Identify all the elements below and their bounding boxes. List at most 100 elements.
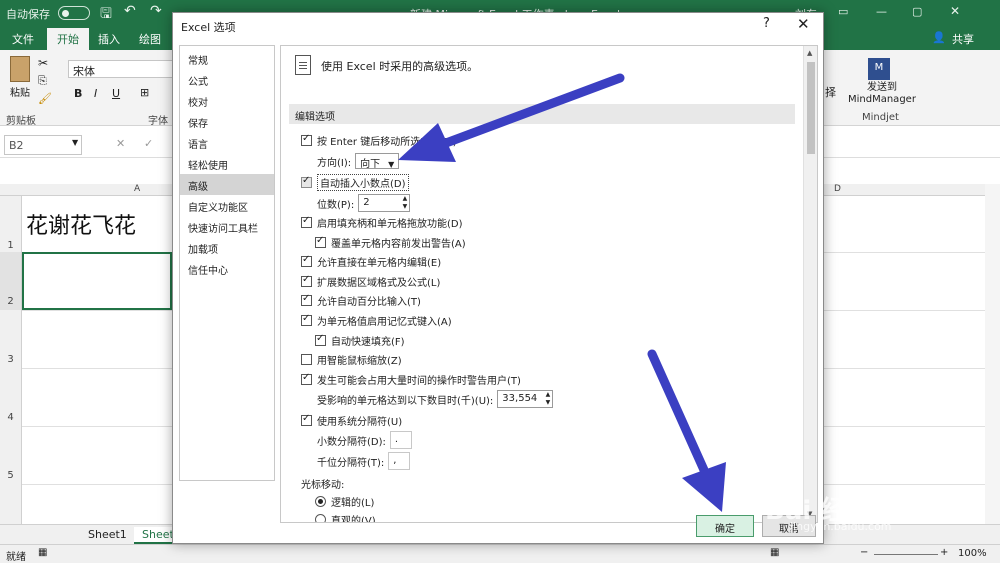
mindmanager-button[interactable]: 发送到 MindManager (848, 82, 916, 106)
ok-button[interactable]: 确定 (696, 515, 754, 537)
ribbon-display-icon[interactable]: ▭ (838, 5, 848, 18)
option-extend-formats[interactable]: 扩展数据区域格式及公式(L) (301, 274, 440, 289)
nav-save[interactable]: 保存 (180, 111, 274, 132)
checkbox[interactable] (301, 175, 312, 188)
option-label: 为单元格值启用记忆式键入(A) (317, 317, 452, 328)
checkbox[interactable] (301, 274, 312, 287)
option-fill-handle[interactable]: 启用填充柄和单元格拖放功能(D) (301, 215, 463, 230)
nav-formulas[interactable]: 公式 (180, 69, 274, 90)
checkbox[interactable] (301, 372, 312, 385)
spinner-arrows-icon[interactable]: ▲ ▼ (403, 195, 408, 211)
checkbox[interactable] (301, 133, 312, 146)
checkbox[interactable] (315, 333, 326, 346)
nav-language[interactable]: 语言 (180, 132, 274, 153)
namebox-dropdown-icon[interactable]: ▼ (72, 138, 78, 147)
checkbox[interactable] (301, 254, 312, 267)
copy-icon[interactable]: ⎘ (38, 74, 47, 88)
checkbox[interactable] (301, 215, 312, 228)
tab-home[interactable]: 开始 (47, 28, 89, 50)
macro-record-icon[interactable]: ▦ (38, 547, 47, 558)
paste-label[interactable]: 粘贴 (10, 84, 30, 99)
nav-add-ins[interactable]: 加载项 (180, 237, 274, 258)
scrollbar-thumb[interactable] (807, 62, 815, 154)
mindmanager-icon[interactable]: M (868, 58, 890, 80)
checkbox[interactable] (301, 354, 312, 365)
option-enter-move[interactable]: 按 Enter 键后移动所选内容(M) (301, 133, 457, 148)
option-visual[interactable]: 直观的(V) (315, 512, 376, 522)
help-icon[interactable]: ? (763, 16, 770, 31)
save-icon[interactable]: 🖫 (100, 3, 112, 27)
zoom-in-icon[interactable]: + (940, 547, 948, 558)
undo-icon[interactable]: ↶ (124, 3, 136, 19)
window-close-icon[interactable]: ✕ (950, 4, 960, 18)
checkbox[interactable] (301, 313, 312, 326)
name-box[interactable]: B2 (4, 135, 82, 155)
confirm-entry-icon[interactable]: ✓ (144, 137, 153, 150)
direction-select[interactable]: 向下 ▼ (355, 153, 400, 170)
nav-proofing[interactable]: 校对 (180, 90, 274, 111)
cell-a1-text[interactable]: 花谢花飞花 (26, 208, 136, 240)
option-flash-fill[interactable]: 自动快速填充(F) (315, 333, 405, 348)
share-button[interactable]: 共享 (952, 31, 974, 47)
option-edit-in-cell[interactable]: 允许直接在单元格内编辑(E) (301, 254, 441, 269)
options-scrollbar[interactable]: ▲ ▼ (803, 46, 817, 522)
option-intellimouse-zoom[interactable]: 用智能鼠标缩放(Z) (301, 352, 402, 367)
zoom-out-icon[interactable]: − (860, 547, 868, 558)
row-header-1[interactable]: 1 (0, 196, 22, 252)
row-header-5[interactable]: 5 (0, 426, 22, 524)
autosave-toggle[interactable] (58, 6, 90, 20)
scroll-up-icon[interactable]: ▲ (807, 49, 812, 57)
row-header-3[interactable]: 3 (0, 310, 22, 368)
restore-icon[interactable]: ▢ (912, 5, 922, 18)
option-autocomplete[interactable]: 为单元格值启用记忆式键入(A) (301, 313, 452, 328)
nav-advanced[interactable]: 高级 (180, 174, 274, 195)
option-auto-decimal[interactable]: 自动插入小数点(D) (301, 174, 409, 191)
sheet-tab-sheet1[interactable]: Sheet1 (80, 527, 135, 542)
minimize-icon[interactable]: — (876, 5, 887, 18)
column-d-header[interactable]: D (834, 184, 841, 194)
nav-quick-access-toolbar[interactable]: 快速访问工具栏 (180, 216, 274, 237)
format-painter-icon[interactable]: 🖌 (38, 92, 52, 105)
checkbox[interactable] (315, 235, 326, 248)
sheet-vertical-scrollbar[interactable] (985, 184, 1000, 524)
bold-button[interactable]: B (74, 87, 82, 100)
paste-icon[interactable] (10, 56, 30, 82)
decimal-sep-input[interactable]: . (389, 431, 412, 449)
redo-icon[interactable]: ↷ (150, 3, 162, 19)
row-header-4[interactable]: 4 (0, 368, 22, 426)
spinner-arrows-icon[interactable]: ▲ ▼ (546, 391, 551, 407)
radio[interactable] (315, 514, 326, 522)
checkbox[interactable] (301, 413, 312, 426)
italic-button[interactable]: I (94, 87, 97, 100)
nav-customize-ribbon[interactable]: 自定义功能区 (180, 195, 274, 216)
tab-file[interactable]: 文件 (12, 31, 34, 47)
cut-icon[interactable]: ✂ (38, 56, 48, 70)
places-spinner[interactable]: 2 ▲ ▼ (358, 194, 411, 212)
underline-button[interactable]: U (112, 87, 120, 100)
zoom-slider[interactable] (874, 554, 938, 555)
tab-insert[interactable]: 插入 (98, 31, 120, 47)
share-icon[interactable]: 👤 (932, 31, 946, 44)
nav-ease-of-access[interactable]: 轻松使用 (180, 153, 274, 174)
zoom-level[interactable]: 100% (958, 548, 987, 559)
cancel-entry-icon[interactable]: ✕ (116, 137, 125, 150)
cells-affected-spinner[interactable]: 33,554 ▲ ▼ (497, 390, 554, 408)
borders-icon[interactable]: ⊞ (140, 86, 149, 99)
close-icon[interactable]: ✕ (797, 15, 810, 33)
option-auto-percent[interactable]: 允许自动百分比输入(T) (301, 293, 421, 308)
font-name-select[interactable]: 宋体 (68, 60, 178, 78)
selected-cell-b2[interactable] (22, 252, 172, 310)
checkbox[interactable] (301, 293, 312, 306)
option-logical[interactable]: 逻辑的(L) (315, 494, 374, 509)
option-system-separators[interactable]: 使用系统分隔符(U) (301, 413, 402, 428)
radio[interactable] (315, 496, 326, 507)
thousands-sep-input[interactable]: , (388, 452, 411, 470)
nav-trust-center[interactable]: 信任中心 (180, 258, 274, 279)
row-header-2[interactable]: 2 (0, 252, 22, 310)
tab-draw[interactable]: 绘图 (139, 31, 161, 47)
option-overwrite-alert[interactable]: 覆盖单元格内容前发出警告(A) (315, 235, 466, 250)
option-alert-slow[interactable]: 发生可能会占用大量时间的操作时警告用户(T) (301, 372, 521, 387)
normal-view-icon[interactable]: ▦ (770, 547, 779, 558)
column-a-header[interactable]: A (134, 184, 140, 194)
nav-general[interactable]: 常规 (180, 48, 274, 69)
